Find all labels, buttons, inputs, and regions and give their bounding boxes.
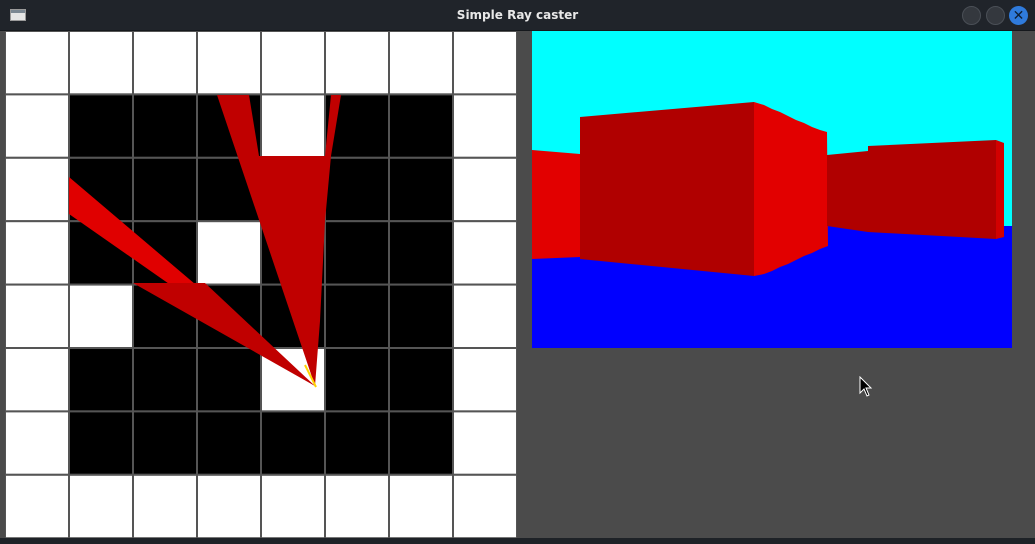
map-cell-floor: [132, 347, 198, 413]
close-icon: ✕: [1012, 7, 1025, 24]
wall-corridor: [827, 151, 868, 232]
raycast-3d-view: [532, 31, 1012, 348]
map-cell-wall: [260, 473, 326, 538]
map-cell-wall: [452, 220, 517, 286]
map-cell-floor: [388, 410, 454, 476]
map-cell-wall: [196, 220, 262, 286]
map-grid: [5, 31, 517, 538]
minimize-button[interactable]: [962, 6, 981, 25]
map-cell-wall: [68, 283, 134, 350]
map-cell-floor: [132, 156, 198, 223]
map-cell-wall: [5, 473, 70, 538]
map-cell-floor: [196, 347, 262, 413]
map-cell-floor: [196, 410, 262, 476]
wall-far-left: [532, 150, 580, 259]
map-cell-floor: [324, 410, 390, 476]
map-cell-floor: [388, 93, 454, 159]
map-cell-wall: [196, 31, 262, 96]
window-title: Simple Ray caster: [456, 8, 579, 22]
wall-far-right: [868, 140, 996, 239]
map-cell-floor: [132, 410, 198, 476]
map-cell-wall: [260, 31, 326, 96]
map-cell-wall: [452, 156, 517, 223]
map-cell-floor: [324, 220, 390, 286]
map-cell-floor: [388, 283, 454, 350]
map-cell-wall: [452, 31, 517, 96]
map-cell-wall: [5, 410, 70, 476]
map-cell-wall: [452, 93, 517, 159]
map-cell-floor: [388, 156, 454, 223]
map-cell-wall: [324, 473, 390, 538]
title-bar[interactable]: Simple Ray caster ✕: [0, 0, 1035, 31]
map-cell-wall: [388, 31, 454, 96]
map-cell-wall: [5, 220, 70, 286]
map-cell-wall: [260, 93, 326, 159]
map-cell-floor: [324, 283, 390, 350]
map-cell-wall: [452, 283, 517, 350]
window-bottom-border: [0, 538, 1035, 544]
map-cell-wall: [5, 283, 70, 350]
map-cell-floor: [68, 347, 134, 413]
map-cell-wall: [132, 31, 198, 96]
map-cell-wall: [196, 473, 262, 538]
map-cell-wall: [5, 31, 70, 96]
map-cell-floor: [324, 347, 390, 413]
map-cell-wall: [5, 347, 70, 413]
map-view[interactable]: [5, 31, 517, 538]
wall-cube-front: [580, 102, 754, 276]
map-cell-wall: [5, 156, 70, 223]
map-cell-floor: [388, 220, 454, 286]
maximize-button[interactable]: [986, 6, 1005, 25]
mouse-cursor-icon: [859, 376, 873, 397]
close-button[interactable]: ✕: [1009, 6, 1028, 25]
map-cell-floor: [324, 156, 390, 223]
map-cell-wall: [68, 473, 134, 538]
map-cell-wall: [452, 347, 517, 413]
map-cell-floor: [388, 347, 454, 413]
map-cell-wall: [388, 473, 454, 538]
map-cell-floor: [68, 93, 134, 159]
map-cell-floor: [132, 93, 198, 159]
map-cell-wall: [452, 473, 517, 538]
map-cell-floor: [68, 410, 134, 476]
map-cell-wall: [132, 473, 198, 538]
map-cell-floor: [260, 410, 326, 476]
map-cell-wall: [68, 31, 134, 96]
map-cell-wall: [5, 93, 70, 159]
map-cell-wall: [452, 410, 517, 476]
map-cell-wall: [324, 31, 390, 96]
app-window: Simple Ray caster ✕: [0, 0, 1035, 544]
wall-far-right-edge: [996, 140, 1004, 239]
